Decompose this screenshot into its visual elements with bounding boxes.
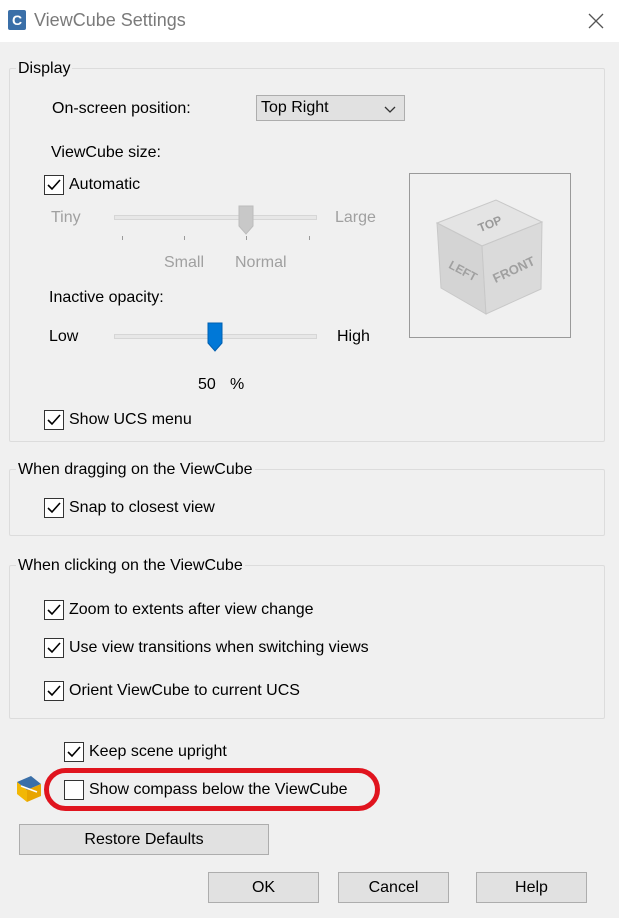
upright-checkbox[interactable]: Keep scene upright [64,742,227,762]
upright-label: Keep scene upright [89,743,227,760]
compass-icon [17,776,41,807]
window-title: ViewCube Settings [34,10,186,30]
upright-checkbox-box[interactable] [64,742,84,762]
transitions-checkbox-box[interactable] [44,638,64,658]
checkmark-icon [67,746,81,758]
size-small-label: Small [164,254,205,271]
position-select[interactable]: Top Right [256,95,405,121]
position-select-value: Top Right [261,99,329,116]
clicking-legend: When clicking on the ViewCube [16,556,245,576]
transitions-label: Use view transitions when switching view… [69,639,369,656]
checkmark-icon [47,642,61,654]
title-bar: C ViewCube Settings [0,0,619,42]
opacity-value: 50 [198,376,216,393]
show-ucs-checkbox[interactable]: Show UCS menu [44,410,192,430]
show-ucs-checkbox-box[interactable] [44,410,64,430]
viewcube-preview: TOP LEFT FRONT [409,173,571,338]
checkmark-icon [47,502,61,514]
size-tick [246,236,247,240]
checkmark-icon [47,685,61,697]
snap-checkbox-box[interactable] [44,498,64,518]
chevron-down-icon [384,102,396,120]
size-slider-thumb[interactable] [238,205,254,240]
automatic-label: Automatic [69,176,141,193]
orient-checkbox[interactable]: Orient ViewCube to current UCS [44,681,300,701]
show-ucs-label: Show UCS menu [69,411,192,428]
opacity-high-label: High [337,328,370,345]
opacity-slider-thumb[interactable] [207,322,223,357]
dragging-legend: When dragging on the ViewCube [16,460,255,480]
help-button[interactable]: Help [476,872,587,903]
close-icon [588,13,604,29]
size-tick [184,236,185,240]
cancel-button[interactable]: Cancel [338,872,449,903]
transitions-checkbox[interactable]: Use view transitions when switching view… [44,638,369,658]
size-normal-label: Normal [235,254,287,271]
compass-highlight [44,768,380,811]
close-button[interactable] [573,0,619,42]
zoom-checkbox-box[interactable] [44,600,64,620]
checkmark-icon [47,179,61,191]
snap-label: Snap to closest view [69,499,215,516]
size-tick [309,236,310,240]
automatic-checkbox-box[interactable] [44,175,64,195]
opacity-low-label: Low [49,328,79,345]
orient-checkbox-box[interactable] [44,681,64,701]
checkmark-icon [47,414,61,426]
automatic-checkbox[interactable]: Automatic [44,175,140,195]
ok-button[interactable]: OK [208,872,319,903]
size-label: ViewCube size: [51,144,161,161]
size-tiny-label: Tiny [51,209,81,226]
opacity-unit: % [230,376,245,393]
position-label: On-screen position: [52,100,191,117]
autocad-icon: C [8,10,26,30]
size-large-label: Large [335,209,376,226]
restore-defaults-button[interactable]: Restore Defaults [19,824,269,855]
zoom-checkbox[interactable]: Zoom to extents after view change [44,600,314,620]
zoom-label: Zoom to extents after view change [69,601,314,618]
opacity-label: Inactive opacity: [49,289,164,306]
svg-text:C: C [12,12,22,28]
display-legend: Display [16,59,73,79]
checkmark-icon [47,604,61,616]
size-tick [122,236,123,240]
size-slider-track[interactable] [114,215,317,220]
snap-checkbox[interactable]: Snap to closest view [44,498,215,518]
orient-label: Orient ViewCube to current UCS [69,682,300,699]
